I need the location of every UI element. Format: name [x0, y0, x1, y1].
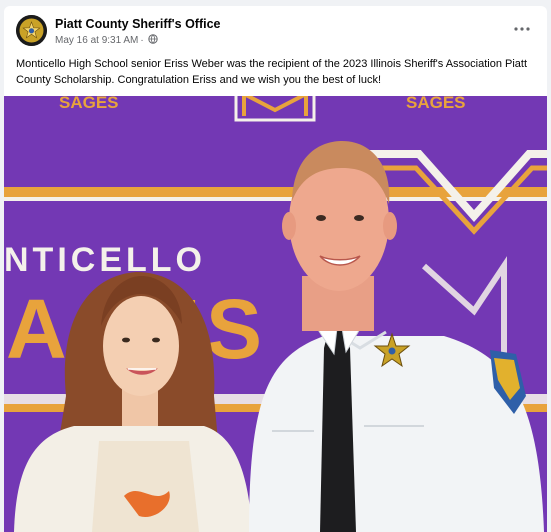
post-header: Piatt County Sheriff's Office May 16 at … [4, 6, 547, 54]
backdrop-text-school: NTICELLO [4, 241, 206, 279]
more-options-icon[interactable] [511, 18, 533, 40]
meta-separator: · [140, 35, 144, 46]
post-meta: May 16 at 9:31 AM · [55, 34, 158, 47]
backdrop-text-top-right: SAGES [406, 96, 466, 112]
sheriff-badge-logo [16, 15, 47, 46]
post-card: Piatt County Sheriff's Office May 16 at … [4, 6, 547, 532]
post-timestamp[interactable]: May 16 at 9:31 AM [55, 35, 138, 46]
post-caption: Monticello High School senior Eriss Webe… [16, 58, 528, 86]
post-photo[interactable]: SAGES SAGES NTICELLO AGES [4, 96, 547, 532]
globe-icon[interactable] [148, 34, 158, 47]
backdrop-text-top-left: SAGES [59, 96, 119, 112]
page-avatar[interactable] [16, 15, 47, 46]
page-name-link[interactable]: Piatt County Sheriff's Office [55, 17, 221, 31]
